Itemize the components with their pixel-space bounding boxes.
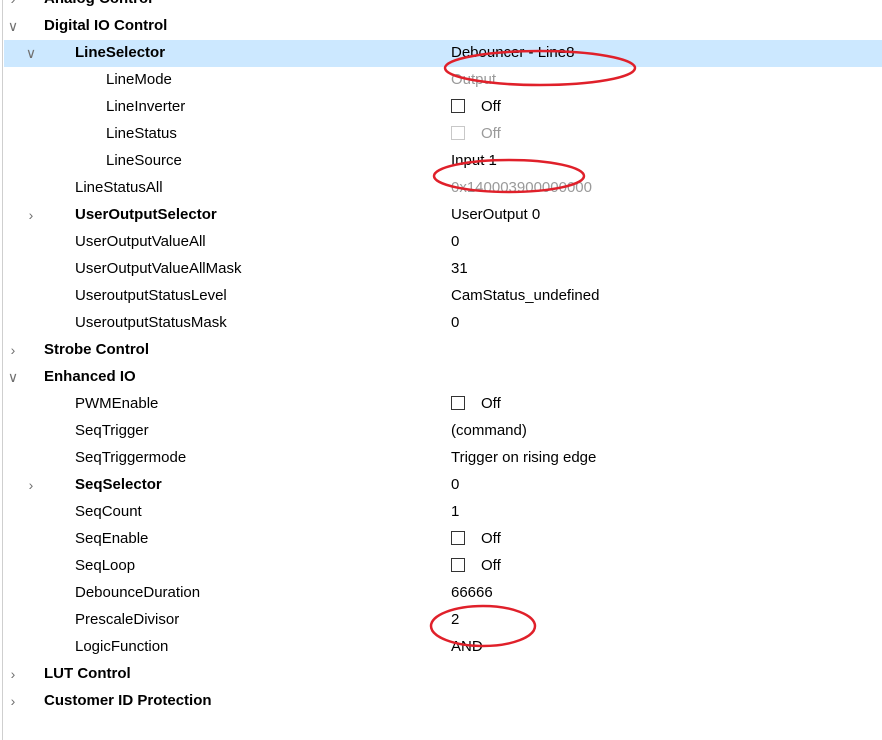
row-seqtrigger[interactable]: SeqTrigger (command) — [4, 418, 882, 445]
property-name: PrescaleDivisor — [75, 611, 180, 628]
chevron-down-icon[interactable]: ∨ — [6, 17, 20, 35]
property-value[interactable]: 0 — [451, 233, 459, 251]
property-name: Analog Control — [44, 0, 152, 8]
row-linesource[interactable]: LineSource Input 1 — [4, 148, 882, 175]
row-seqcount[interactable]: SeqCount 1 — [4, 499, 882, 526]
property-tree: › Analog Control ∨ Digital IO Control ∨ LineS… — [0, 0, 882, 740]
property-value[interactable]: Trigger on rising edge — [451, 449, 596, 467]
property-name: SeqEnable — [75, 530, 149, 547]
property-value[interactable]: Debouncer - Line8 — [451, 44, 574, 62]
chevron-down-icon[interactable]: ∨ — [6, 368, 20, 386]
checkbox[interactable] — [451, 396, 465, 410]
checkbox-label: Off — [481, 395, 501, 412]
checkbox-label: Off — [481, 530, 501, 547]
property-value[interactable]: Input 1 — [451, 152, 497, 170]
property-name: LUT Control — [44, 665, 131, 682]
property-name: LineStatusAll — [75, 179, 163, 196]
chevron-right-icon[interactable]: › — [6, 692, 20, 710]
property-name: UseroutputStatusLevel — [75, 287, 227, 304]
property-name: PWMEnable — [75, 395, 159, 412]
property-value: 0x140003900000000 — [451, 179, 592, 196]
property-value[interactable]: 0 — [451, 476, 459, 494]
chevron-right-icon[interactable]: › — [24, 476, 38, 494]
row-useroutputstatusmask[interactable]: UseroutputStatusMask 0 — [4, 310, 882, 337]
checkbox-label: Off — [481, 98, 501, 115]
row-linemode[interactable]: LineMode Output — [4, 67, 882, 94]
checkbox-label: Off — [481, 125, 501, 142]
checkbox[interactable] — [451, 531, 465, 545]
property-name: LineStatus — [106, 125, 177, 142]
property-name: UserOutputValueAllMask — [75, 260, 242, 277]
property-name: Enhanced IO — [44, 368, 136, 385]
checkbox[interactable] — [451, 99, 465, 113]
property-value[interactable]: CamStatus_undefined — [451, 287, 599, 305]
row-lut-control[interactable]: › LUT Control — [4, 661, 882, 688]
chevron-right-icon[interactable]: › — [6, 0, 20, 8]
property-name: SeqCount — [75, 503, 142, 520]
row-lineselector[interactable]: ∨ LineSelector Debouncer - Line8 — [4, 40, 882, 67]
chevron-right-icon[interactable]: › — [6, 341, 20, 359]
row-seqloop[interactable]: SeqLoop Off — [4, 553, 882, 580]
property-name: Customer ID Protection — [44, 692, 212, 709]
property-value: Output — [451, 71, 497, 88]
property-value[interactable]: 66666 — [451, 584, 493, 602]
property-name: Digital IO Control — [44, 17, 168, 34]
row-useroutputstatuslevel[interactable]: UseroutputStatusLevel CamStatus_undefined — [4, 283, 882, 310]
row-debounceduration[interactable]: DebounceDuration 66666 — [4, 580, 882, 607]
row-useroutputvalueallmask[interactable]: UserOutputValueAllMask 31 — [4, 256, 882, 283]
row-customer-id-protection[interactable]: › Customer ID Protection — [4, 688, 882, 715]
row-enhanced-io[interactable]: ∨ Enhanced IO — [4, 364, 882, 391]
row-useroutputselector[interactable]: › UserOutputSelector UserOutput 0 — [4, 202, 882, 229]
property-name: SeqSelector — [75, 476, 162, 493]
row-seqselector[interactable]: › SeqSelector 0 — [4, 472, 882, 499]
property-name: UserOutputSelector — [75, 206, 217, 223]
property-value[interactable]: 2 — [451, 611, 459, 629]
checkbox — [451, 126, 465, 140]
row-prescaledivisor[interactable]: PrescaleDivisor 2 — [4, 607, 882, 634]
row-seqenable[interactable]: SeqEnable Off — [4, 526, 882, 553]
property-name: LineInverter — [106, 98, 186, 115]
property-name: DebounceDuration — [75, 584, 201, 601]
property-name: UseroutputStatusMask — [75, 314, 227, 331]
property-name: SeqLoop — [75, 557, 136, 574]
chevron-right-icon[interactable]: › — [6, 665, 20, 683]
property-name: SeqTrigger — [75, 422, 149, 439]
row-logicfunction[interactable]: LogicFunction AND — [4, 634, 882, 661]
chevron-down-icon[interactable]: ∨ — [24, 44, 38, 62]
checkbox[interactable] — [451, 558, 465, 572]
row-linestatus[interactable]: LineStatus Off — [4, 121, 882, 148]
row-linestatusall[interactable]: LineStatusAll 0x140003900000000 — [4, 175, 882, 202]
property-value[interactable]: 0 — [451, 314, 459, 332]
row-digital-io-control[interactable]: ∨ Digital IO Control — [4, 13, 882, 40]
row-seqtriggermode[interactable]: SeqTriggermode Trigger on rising edge — [4, 445, 882, 472]
property-name: LineSource — [106, 152, 182, 169]
property-value[interactable]: UserOutput 0 — [451, 206, 540, 224]
row-analog-control[interactable]: › Analog Control — [4, 0, 882, 13]
property-name: Strobe Control — [44, 341, 149, 358]
row-lineinverter[interactable]: LineInverter Off — [4, 94, 882, 121]
property-name: LineSelector — [75, 44, 166, 61]
property-value[interactable]: (command) — [451, 422, 527, 440]
chevron-right-icon[interactable]: › — [24, 206, 38, 224]
property-value[interactable]: 1 — [451, 503, 459, 521]
tree-left-border — [2, 0, 3, 740]
row-strobe-control[interactable]: › Strobe Control — [4, 337, 882, 364]
property-name: SeqTriggermode — [75, 449, 187, 466]
property-name: LogicFunction — [75, 638, 169, 655]
property-value[interactable]: AND — [451, 638, 483, 656]
property-name: UserOutputValueAll — [75, 233, 206, 250]
property-value[interactable]: 31 — [451, 260, 468, 278]
property-name: LineMode — [106, 71, 172, 88]
checkbox-label: Off — [481, 557, 501, 574]
row-pwmenable[interactable]: PWMEnable Off — [4, 391, 882, 418]
row-useroutputvalueall[interactable]: UserOutputValueAll 0 — [4, 229, 882, 256]
